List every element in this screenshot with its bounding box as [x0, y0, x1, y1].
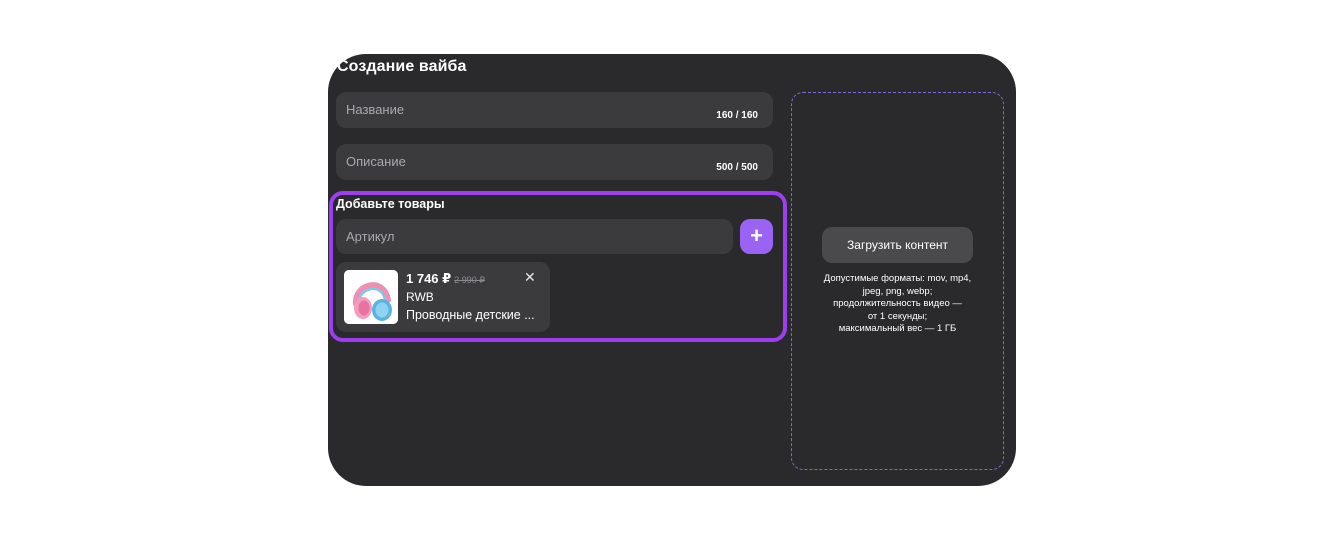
product-card[interactable]: 1 746 ₽2 990 ₽ ✕ RWB Проводные детские .… [336, 262, 550, 332]
product-price: 1 746 ₽ [406, 271, 452, 286]
price-row: 1 746 ₽2 990 ₽ [406, 270, 485, 288]
name-counter: 160 / 160 [716, 110, 758, 121]
headphones-icon [344, 270, 398, 324]
hint-line: максимальный вес — 1 ГБ [838, 323, 957, 334]
hint-line: продолжительность видео — [833, 298, 962, 309]
plus-icon: + [750, 223, 763, 248]
hint-line: Допустимые форматы: mov, mp4, [823, 273, 972, 284]
close-icon[interactable]: ✕ [524, 269, 536, 286]
name-placeholder: Название [346, 102, 405, 117]
create-vibe-panel: Создание вайба Название 160 / 160 Описан… [328, 54, 1016, 486]
page-title: Создание вайба [337, 58, 467, 75]
hint-line: от 1 секунды; [867, 310, 928, 322]
add-goods-title: Добавьте товары [336, 197, 445, 211]
upload-content-button[interactable]: Загрузить контент [822, 227, 973, 263]
description-counter: 500 / 500 [716, 162, 758, 173]
description-field[interactable]: Описание 500 / 500 [336, 144, 773, 180]
sku-input[interactable] [336, 219, 733, 254]
upload-dropzone[interactable]: Загрузить контент Допустимые форматы: mo… [791, 92, 1004, 470]
product-brand: RWB [406, 290, 434, 304]
product-image [344, 270, 398, 324]
product-old-price: 2 990 ₽ [454, 275, 485, 285]
name-field[interactable]: Название 160 / 160 [336, 92, 773, 128]
add-product-button[interactable]: + [740, 219, 773, 254]
add-goods-section: Добавьте товары + 1 746 ₽2 990 ₽ [329, 191, 787, 342]
product-name: Проводные детские ... [406, 308, 535, 322]
sku-field[interactable] [336, 219, 733, 254]
description-placeholder: Описание [346, 154, 406, 169]
upload-hint: Допустимые форматы: mov, mp4, jpeg, png,… [792, 273, 1003, 336]
hint-line: jpeg, png, webp; [862, 285, 933, 297]
